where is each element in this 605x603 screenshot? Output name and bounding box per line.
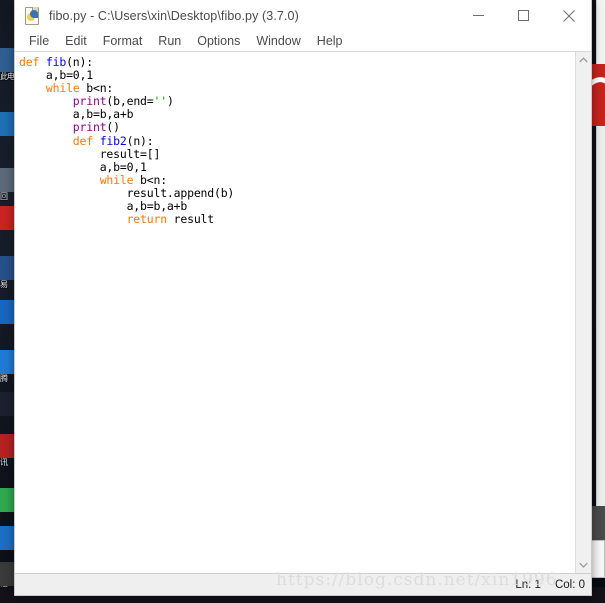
window-title: fibo.py - C:\Users\xin\Desktop\fibo.py (…	[49, 8, 299, 23]
menu-item-run[interactable]: Run	[150, 32, 189, 51]
desktop-shortcut-label: 回	[0, 192, 8, 201]
minimize-button[interactable]	[456, 1, 501, 31]
menu-item-help[interactable]: Help	[309, 32, 351, 51]
source-code[interactable]: def fib(n): a,b=0,1 while b<n: print(b,e…	[19, 55, 575, 226]
editor-region: def fib(n): a,b=0,1 while b<n: print(b,e…	[15, 52, 591, 573]
desktop-shortcut-tile	[0, 392, 15, 416]
statusbar: Ln: 1 Col: 0	[15, 573, 591, 595]
desktop-shortcut-tile	[0, 526, 15, 550]
desktop-shortcut-icon[interactable]	[0, 112, 15, 136]
desktop-shortcut-tile	[0, 300, 15, 324]
desktop-shortcut-icon[interactable]: 回	[0, 168, 15, 201]
status-line-number: Ln: 1	[515, 578, 541, 591]
code-text-area[interactable]: def fib(n): a,b=0,1 while b<n: print(b,e…	[15, 52, 575, 573]
desktop-shortcut-icon[interactable]	[0, 488, 15, 512]
chevron-up-icon[interactable]	[576, 52, 591, 68]
chevron-down-icon[interactable]	[576, 557, 591, 573]
desktop-shortcut-tile	[0, 434, 15, 458]
menu-item-format[interactable]: Format	[95, 32, 151, 51]
menu-item-window[interactable]: Window	[248, 32, 308, 51]
desktop-shortcut-label: 此电脑	[0, 72, 15, 81]
menu-item-options[interactable]: Options	[189, 32, 248, 51]
desktop-shortcut-label: 腾	[0, 374, 8, 383]
desktop-shortcut-icon[interactable]	[0, 526, 15, 550]
desktop-shortcut-tile	[0, 112, 15, 136]
desktop-shortcut-tile	[0, 256, 15, 280]
desktop-shortcut-tile	[0, 488, 15, 512]
desktop-shortcut-icon[interactable]	[0, 206, 15, 230]
desktop-shortcut-icon[interactable]: 腾	[0, 350, 15, 383]
close-button[interactable]	[546, 1, 591, 31]
desktop-shortcut-icon[interactable]	[0, 392, 15, 416]
status-column-number: Col: 0	[554, 578, 585, 591]
menu-item-file[interactable]: File	[21, 32, 57, 51]
desktop-shortcut-tile	[0, 48, 15, 72]
maximize-button[interactable]	[501, 1, 546, 31]
desktop-shortcut-label: 易	[0, 280, 8, 289]
scrollbar-track[interactable]	[576, 68, 591, 557]
idle-editor-window: fibo.py - C:\Users\xin\Desktop\fibo.py (…	[14, 0, 592, 596]
desktop-shortcut-icon[interactable]: 易	[0, 256, 15, 289]
python-file-icon	[24, 7, 41, 25]
vertical-scrollbar[interactable]	[575, 52, 591, 573]
desktop-shortcut-label: 讯	[0, 458, 8, 467]
desktop-shortcut-icon[interactable]: 讯	[0, 434, 15, 467]
background-window-right-bottom	[590, 540, 605, 578]
desktop-shortcut-tile	[0, 206, 15, 230]
menu-item-edit[interactable]: Edit	[57, 32, 95, 51]
background-window-right-top	[596, 0, 605, 64]
desktop-shortcut-icon[interactable]	[0, 300, 15, 324]
desktop-shortcut-tile	[0, 168, 15, 192]
desktop-shortcut-tile	[0, 562, 15, 586]
background-window-right-dark	[592, 506, 605, 540]
desktop-shortcut-icon[interactable]: 此电脑	[0, 48, 15, 81]
desktop-shortcut-tile	[0, 350, 15, 374]
menubar: File Edit Format Run Options Window Help	[15, 31, 591, 52]
window-titlebar[interactable]: fibo.py - C:\Users\xin\Desktop\fibo.py (…	[15, 0, 591, 31]
background-window-right-body	[596, 126, 605, 540]
